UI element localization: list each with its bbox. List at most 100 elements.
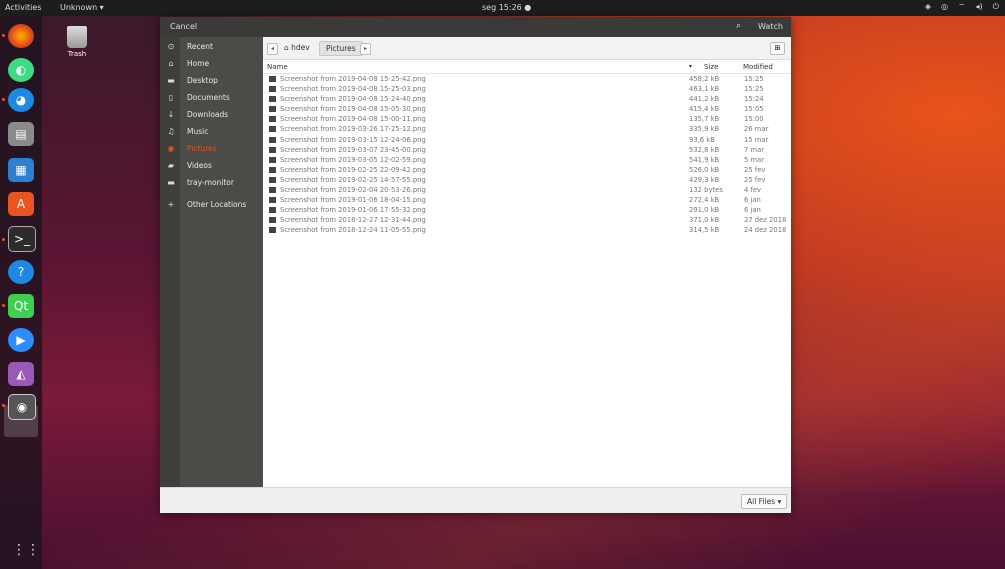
music-icon: ♫ — [167, 127, 175, 136]
file-filter-dropdown[interactable]: All Files ▾ — [741, 494, 788, 509]
file-row[interactable]: Screenshot from 2018-12-24 11-05-55.png 3… — [263, 226, 791, 236]
writer-icon[interactable]: ▦ — [8, 158, 34, 182]
android-studio-icon[interactable]: ◐ — [8, 58, 34, 82]
trash-icon — [67, 26, 87, 48]
browser-icon[interactable]: ◕ — [8, 88, 34, 112]
image-file-icon — [269, 197, 276, 204]
qt-creator-icon[interactable]: Qt — [8, 294, 34, 318]
folder-icon: ▬ — [167, 76, 175, 85]
power-icon[interactable]: ⏻ — [993, 2, 999, 12]
sidebar-item-documents[interactable]: ▯ Documents — [160, 90, 263, 107]
search-icon[interactable]: ⌕ — [736, 21, 741, 31]
dock: ◐ ◕ ▤ ▦ A >_ ? Qt ▶ ◭ ◉ — [0, 16, 42, 569]
sidebar-item-desktop[interactable]: ▬ Desktop — [160, 73, 263, 90]
places-sidebar: ⊙ Recent ⌂ Home ▬ Desktop ▯ Documents ↓ Downl… — [160, 37, 263, 487]
plus-icon: + — [167, 200, 175, 209]
image-file-icon — [269, 156, 276, 163]
file-row[interactable]: Screenshot from 2019-01-06 17-55-32.png 2… — [263, 206, 791, 216]
camera-icon: ◉ — [167, 144, 175, 153]
column-headers: Name ▾ Size Modified — [263, 61, 791, 74]
image-file-icon — [269, 76, 276, 82]
zoom-icon[interactable]: ▶ — [8, 328, 34, 352]
column-name[interactable]: Name — [267, 63, 288, 71]
file-row[interactable]: Screenshot from 2019-04-08 15-24-40.png 4… — [263, 95, 791, 105]
image-file-icon — [269, 217, 276, 224]
new-folder-icon[interactable]: ⊞ — [770, 42, 785, 55]
system-tray[interactable]: ◈ ◎ ⌔ ◂) ⏻ — [925, 2, 999, 12]
chat-icon[interactable]: ◭ — [8, 362, 34, 386]
image-file-icon — [269, 187, 276, 194]
running-indicator — [2, 404, 5, 407]
file-row[interactable]: Screenshot from 2019-02-04 20-53-26.png 1… — [263, 186, 791, 196]
running-indicator — [2, 304, 5, 307]
sidebar-item-pictures[interactable]: ◉ Pictures — [160, 141, 263, 158]
column-modified[interactable]: Modified — [743, 63, 773, 71]
sidebar-item-videos[interactable]: ▰ Videos — [160, 158, 263, 175]
clock[interactable]: seg 15:26 ● — [482, 3, 531, 12]
folder-icon: ▬ — [167, 178, 175, 187]
file-row[interactable]: Screenshot from 2019-03-26 17-25-12.png 3… — [263, 125, 791, 135]
column-size[interactable]: Size — [704, 63, 718, 71]
image-file-icon — [269, 106, 276, 113]
file-list: Screenshot from 2019-04-08 15-25-42.png 4… — [263, 75, 791, 237]
file-row[interactable]: Screenshot from 2019-03-15 12-24-06.png 9… — [263, 136, 791, 146]
image-file-icon — [269, 227, 276, 234]
desktop-trash[interactable]: Trash — [60, 26, 94, 58]
file-row[interactable]: Screenshot from 2019-03-05 12-02-59.png 5… — [263, 156, 791, 166]
file-row[interactable]: Screenshot from 2019-03-07 23-45-00.png 5… — [263, 146, 791, 156]
path-home-button[interactable]: ⌂ hdev — [280, 42, 314, 54]
image-file-icon — [269, 116, 276, 123]
video-icon: ▰ — [167, 161, 175, 170]
home-icon: ⌂ — [168, 59, 174, 68]
firefox-icon[interactable] — [8, 24, 34, 48]
sort-down-icon[interactable]: ▾ — [689, 63, 692, 70]
file-row[interactable]: Screenshot from 2019-01-06 18-04-15.png 2… — [263, 196, 791, 206]
dialog-footer: All Files ▾ — [160, 487, 791, 513]
activities-button[interactable]: Activities — [5, 3, 42, 12]
sidebar-item-recent[interactable]: ⊙ Recent — [160, 39, 263, 56]
volume-icon[interactable]: ◂) — [976, 2, 983, 12]
help-icon[interactable]: ? — [8, 260, 34, 284]
sidebar-item-downloads[interactable]: ↓ Downloads — [160, 107, 263, 124]
path-current-button[interactable]: Pictures — [319, 41, 363, 56]
running-indicator — [2, 238, 5, 241]
image-file-icon — [269, 207, 276, 214]
file-row[interactable]: Screenshot from 2019-02-25 14-57-55.png 4… — [263, 176, 791, 186]
clock-icon: ⊙ — [167, 42, 175, 51]
sidebar-item-tray-monitor[interactable]: ▬ tray-monitor — [160, 175, 263, 192]
file-row[interactable]: Screenshot from 2019-04-08 15-00-11.png 1… — [263, 115, 791, 125]
running-indicator — [2, 34, 5, 37]
file-row[interactable]: Screenshot from 2018-12-27 12-31-44.png 3… — [263, 216, 791, 226]
trash-label: Trash — [67, 50, 87, 58]
file-row[interactable]: Screenshot from 2019-04-08 15-25-03.png 4… — [263, 85, 791, 95]
files-icon[interactable]: ▤ — [8, 122, 34, 146]
image-file-icon — [269, 136, 276, 143]
top-bar: Activities Unknown ▾ seg 15:26 ● ◈ ◎ ⌔ ◂… — [0, 0, 1005, 16]
document-icon: ▯ — [168, 93, 174, 102]
path-back-icon[interactable]: ◂ — [267, 43, 278, 55]
watch-button[interactable]: Watch — [758, 22, 783, 31]
steam-icon[interactable]: ◎ — [941, 2, 948, 12]
software-center-icon[interactable]: A — [8, 192, 34, 216]
sidebar-item-music[interactable]: ♫ Music — [160, 124, 263, 141]
file-row[interactable]: Screenshot from 2019-04-08 15-25-42.png 4… — [263, 75, 791, 85]
image-file-icon — [269, 146, 276, 153]
image-file-icon — [269, 176, 276, 183]
show-applications-icon[interactable]: ⋮⋮ — [12, 541, 40, 559]
tray-monitor-icon[interactable]: ◉ — [8, 394, 36, 420]
file-row[interactable]: Screenshot from 2019-02-25 22-09-42.png 5… — [263, 166, 791, 176]
file-list-pane: ◂ ⌂ hdev Pictures ▸ ⊞ Name ▾ Size Modifi… — [263, 37, 791, 487]
path-forward-icon[interactable]: ▸ — [360, 43, 371, 55]
app-menu[interactable]: Unknown ▾ — [60, 3, 104, 12]
path-bar: ◂ ⌂ hdev Pictures ▸ ⊞ — [263, 37, 791, 60]
network-icon[interactable]: ◈ — [925, 2, 931, 12]
cancel-button[interactable]: Cancel — [170, 22, 197, 31]
sidebar-item-other-locations[interactable]: + Other Locations — [160, 197, 263, 214]
wifi-icon[interactable]: ⌔ — [958, 2, 966, 12]
terminal-icon[interactable]: >_ — [8, 226, 36, 252]
image-file-icon — [269, 166, 276, 173]
sidebar-item-home[interactable]: ⌂ Home — [160, 56, 263, 73]
file-row[interactable]: Screenshot from 2019-04-08 15-05-30.png 4… — [263, 105, 791, 115]
image-file-icon — [269, 86, 276, 93]
running-indicator — [2, 98, 5, 101]
